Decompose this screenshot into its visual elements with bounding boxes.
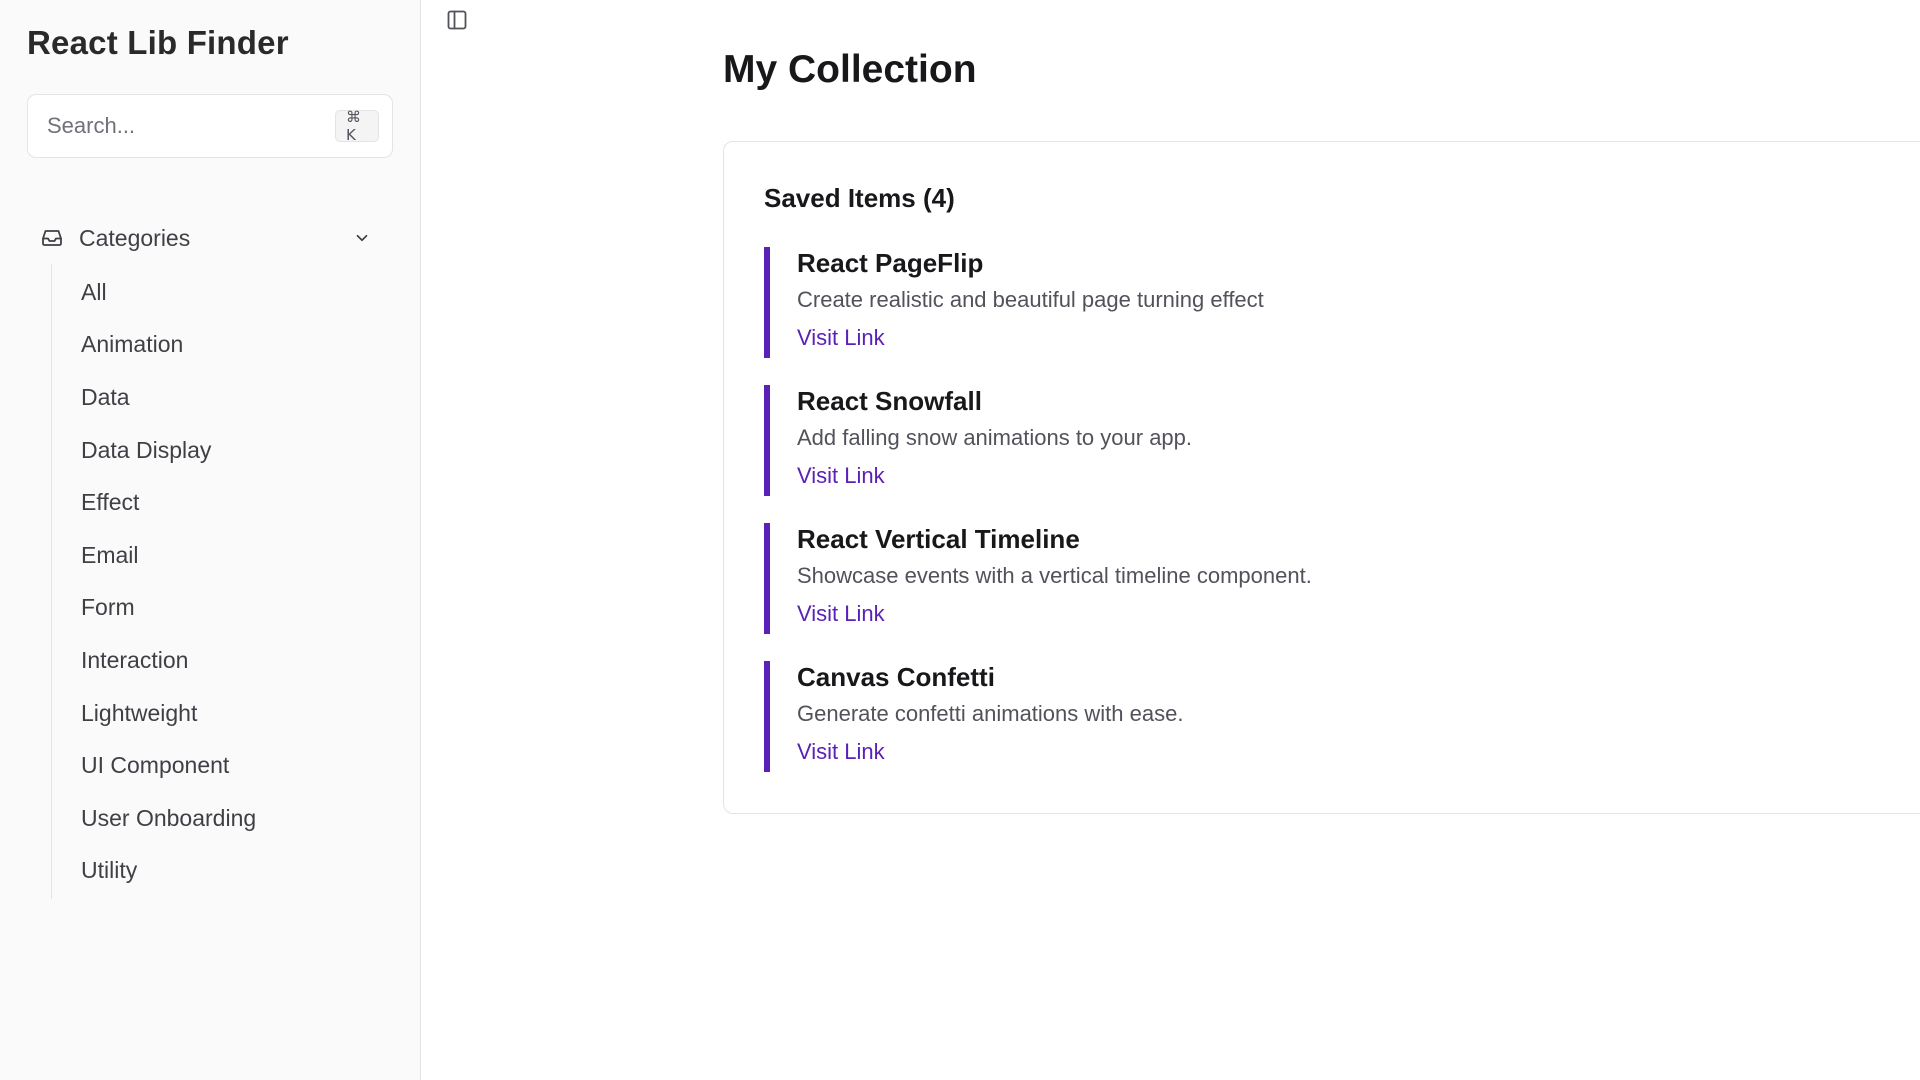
saved-items-card: Saved Items (4) React PageFlip Create re… bbox=[723, 141, 1920, 814]
saved-item-title: React PageFlip bbox=[797, 248, 984, 278]
sidebar-item-animation[interactable]: Animation bbox=[52, 319, 381, 372]
visit-link[interactable]: Visit Link bbox=[797, 324, 885, 352]
saved-item-title: Canvas Confetti bbox=[797, 662, 995, 692]
chevron-down-icon bbox=[351, 227, 373, 249]
inbox-icon bbox=[39, 225, 65, 251]
search-shortcut-badge: ⌘ K bbox=[335, 108, 379, 144]
sidebar-item-lightweight[interactable]: Lightweight bbox=[52, 687, 381, 740]
sidebar-item-email[interactable]: Email bbox=[52, 529, 381, 582]
saved-item: React Vertical Timeline Showcase events … bbox=[764, 523, 1864, 634]
sidebar-toggle-icon bbox=[445, 8, 469, 37]
saved-item-description: Showcase events with a vertical timeline… bbox=[797, 563, 1312, 588]
sidebar-item-data[interactable]: Data bbox=[52, 371, 381, 424]
saved-item: React Snowfall Add falling snow animatio… bbox=[764, 385, 1864, 496]
sidebar-item-ui-component[interactable]: UI Component bbox=[52, 739, 381, 792]
page-title: My Collection bbox=[723, 48, 977, 91]
saved-item-title: React Vertical Timeline bbox=[797, 524, 1080, 554]
sidebar-item-effect[interactable]: Effect bbox=[52, 476, 381, 529]
category-list: All Animation Data Data Display Effect E… bbox=[51, 264, 381, 900]
sidebar-toggle-button[interactable] bbox=[443, 8, 471, 36]
app-title: React Lib Finder bbox=[27, 24, 289, 61]
sidebar-item-data-display[interactable]: Data Display bbox=[52, 424, 381, 477]
visit-link[interactable]: Visit Link bbox=[797, 462, 885, 490]
categories-label: Categories bbox=[79, 224, 191, 251]
saved-items-heading: Saved Items (4) bbox=[764, 183, 955, 213]
visit-link[interactable]: Visit Link bbox=[797, 738, 885, 766]
search-box[interactable]: ⌘ K bbox=[27, 94, 393, 158]
saved-items-list: React PageFlip Create realistic and beau… bbox=[764, 247, 1864, 799]
saved-item-title: React Snowfall bbox=[797, 386, 982, 416]
saved-item-description: Generate confetti animations with ease. bbox=[797, 701, 1184, 726]
saved-item: React PageFlip Create realistic and beau… bbox=[764, 247, 1864, 358]
saved-item-description: Create realistic and beautiful page turn… bbox=[797, 287, 1264, 312]
saved-item: Canvas Confetti Generate confetti animat… bbox=[764, 661, 1864, 772]
sidebar: React Lib Finder ⌘ K Categories All Anim… bbox=[0, 0, 421, 1080]
sidebar-item-utility[interactable]: Utility bbox=[52, 845, 381, 898]
sidebar-item-form[interactable]: Form bbox=[52, 582, 381, 635]
categories-toggle[interactable]: Categories bbox=[27, 215, 385, 261]
sidebar-item-all[interactable]: All bbox=[52, 266, 381, 319]
sidebar-item-user-onboarding[interactable]: User Onboarding bbox=[52, 792, 381, 845]
search-input[interactable] bbox=[47, 113, 335, 139]
sidebar-item-interaction[interactable]: Interaction bbox=[52, 634, 381, 687]
saved-item-description: Add falling snow animations to your app. bbox=[797, 425, 1193, 450]
visit-link[interactable]: Visit Link bbox=[797, 600, 885, 628]
